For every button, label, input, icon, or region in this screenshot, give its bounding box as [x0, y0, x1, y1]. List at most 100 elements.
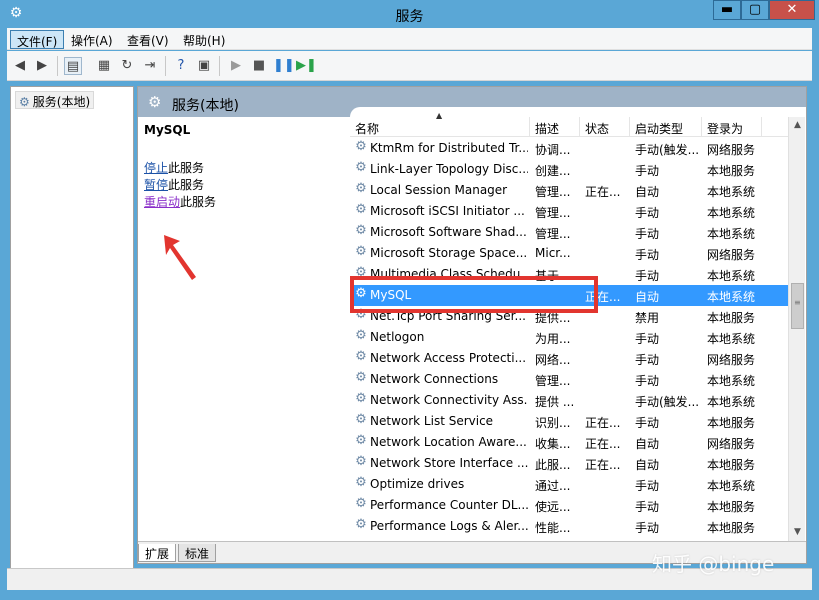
service-name-cell: Network Access Protecti...	[370, 351, 527, 365]
service-row[interactable]: ⚙ Network Location Aware... 收集... 正在... 自动 网络…	[350, 432, 790, 453]
service-row[interactable]: ⚙ Microsoft Software Shad... 管理... 手动 本地系统	[350, 222, 790, 243]
minimize-button[interactable]: ▬	[713, 0, 741, 20]
service-description-cell: 识别...	[535, 416, 571, 430]
column-header-description[interactable]: 描述	[530, 117, 580, 137]
service-logon-cell: 本地服务	[707, 521, 756, 535]
console-tree-icon[interactable]: ▤	[64, 57, 82, 75]
service-row[interactable]: ⚙ Net.Tcp Port Sharing Ser... 提供... 禁用 本地服务	[350, 306, 790, 327]
service-row[interactable]: ⚙ Network Access Protecti... 网络... 手动 网络服务	[350, 348, 790, 369]
gear-icon: ⚙	[355, 475, 367, 490]
service-row[interactable]: ⚙ Network List Service 识别... 正在... 手动 本地服务	[350, 411, 790, 432]
service-row[interactable]: ⚙ Multimedia Class Schedu... 基于... 手动 本地系统	[350, 264, 790, 285]
pause-service-icon[interactable]: ❚❚	[273, 57, 295, 75]
service-logon-cell: 本地服务	[707, 458, 756, 472]
column-header-status[interactable]: 状态	[580, 117, 630, 137]
service-row[interactable]: ⚙ Netlogon 为用... 手动 本地系统	[350, 327, 790, 348]
service-row[interactable]: ⚙ Local Session Manager 管理... 正在... 自动 本地系统	[350, 180, 790, 201]
service-logon-cell: 本地系统	[707, 479, 756, 493]
toolbar-separator	[219, 56, 220, 76]
service-row[interactable]: ⚙ Microsoft iSCSI Initiator ... 管理... 手动 本地系…	[350, 201, 790, 222]
service-name-cell: Performance Counter DL...	[370, 498, 528, 512]
services-pane: ⚙ 服务(本地) MySQL 停止此服务 暂停此服务 重启动此服务 名称 ▲ 描述…	[137, 86, 807, 564]
service-name-cell: Netlogon	[370, 330, 425, 344]
service-startup-cell: 手动	[635, 374, 660, 388]
menu-bar: 文件(F) 操作(A) 查看(V) 帮助(H)	[7, 28, 812, 50]
service-status-cell: 正在...	[585, 185, 621, 199]
show-action-pane-icon[interactable]: ▣	[195, 57, 213, 75]
back-arrow-icon[interactable]: ◀	[11, 57, 29, 75]
action-pause: 暂停此服务	[144, 176, 204, 193]
maximize-button[interactable]: ▢	[741, 0, 769, 20]
window-title: 服务	[395, 9, 424, 25]
service-description-cell: Micr...	[535, 246, 571, 260]
service-row[interactable]: ⚙ Performance Counter DL... 使远... 手动 本地服务	[350, 495, 790, 516]
gear-icon: ⚙	[355, 433, 367, 448]
gear-icon: ⚙	[355, 181, 367, 196]
vertical-scrollbar[interactable]: ▲ ≡ ▼	[788, 117, 805, 541]
service-description-cell: 性能...	[535, 521, 571, 535]
action-suffix: 此服务	[180, 195, 217, 209]
properties-icon[interactable]: ▦	[95, 57, 113, 75]
close-button[interactable]: ✕	[769, 0, 815, 20]
service-startup-cell: 手动	[635, 227, 660, 241]
scroll-thumb[interactable]: ≡	[791, 283, 804, 329]
service-row[interactable]: ⚙ Performance Logs & Aler... 性能... 手动 本地服务	[350, 516, 790, 537]
refresh-icon[interactable]: ↻	[118, 57, 136, 75]
gear-icon: ⚙	[355, 202, 367, 217]
tab-extended[interactable]: 扩展	[138, 544, 177, 562]
service-logon-cell: 本地服务	[707, 164, 756, 178]
service-row[interactable]: ⚙ Network Store Interface ... 此服... 正在... 自动…	[350, 453, 790, 474]
service-logon-cell: 本地系统	[707, 290, 756, 304]
tree-item-label: 服务(本地)	[32, 95, 91, 109]
pause-service-link[interactable]: 暂停	[144, 178, 168, 192]
console-tree: ⚙ 服务(本地)	[10, 86, 134, 574]
tab-standard[interactable]: 标准	[178, 544, 217, 562]
service-row[interactable]: ⚙ Microsoft Storage Space... Micr... 手动 网络服务	[350, 243, 790, 264]
service-startup-cell: 手动	[635, 353, 660, 367]
restart-service-link[interactable]: 重启动	[144, 195, 180, 209]
service-logon-cell: 本地系统	[707, 185, 756, 199]
service-startup-cell: 手动	[635, 248, 660, 262]
menu-file[interactable]: 文件(F)	[10, 30, 65, 49]
scroll-up-arrow-icon[interactable]: ▲	[789, 117, 806, 134]
scroll-down-arrow-icon[interactable]: ▼	[789, 524, 806, 541]
service-description-cell: 基于...	[535, 269, 571, 283]
service-row[interactable]: ⚙ Optimize drives 通过... 手动 本地系统	[350, 474, 790, 495]
service-name-cell: Network Location Aware...	[370, 435, 527, 449]
start-service-icon[interactable]: ▶	[227, 57, 245, 75]
service-row-selected[interactable]: ⚙ MySQL 正在... 自动 本地系统	[350, 285, 790, 306]
column-header-name[interactable]: 名称 ▲	[350, 111, 530, 137]
stop-service-link[interactable]: 停止	[144, 161, 168, 175]
service-name-cell: KtmRm for Distributed Tr...	[370, 141, 528, 155]
service-logon-cell: 本地系统	[707, 374, 756, 388]
action-suffix: 此服务	[168, 161, 205, 175]
service-name-cell: Network Connections	[370, 372, 499, 386]
service-name-cell: Microsoft Storage Space...	[370, 246, 528, 260]
service-row[interactable]: ⚙ KtmRm for Distributed Tr... 协调... 手动(触发..…	[350, 138, 790, 159]
service-startup-cell: 自动	[635, 458, 660, 472]
service-startup-cell: 手动	[635, 269, 660, 283]
gear-icon: ⚙	[355, 160, 367, 175]
help-icon[interactable]: ?	[172, 57, 190, 75]
forward-arrow-icon[interactable]: ▶	[33, 57, 51, 75]
service-row[interactable]: ⚙ Network Connectivity Ass... 提供 ... 手动(触发.…	[350, 390, 790, 411]
service-name-cell: Network Connectivity Ass...	[370, 393, 528, 407]
column-header-startup-type[interactable]: 启动类型	[630, 117, 702, 137]
stop-service-icon[interactable]: ■	[250, 57, 268, 75]
menu-view[interactable]: 查看(V)	[121, 30, 175, 49]
service-logon-cell: 本地系统	[707, 269, 756, 283]
service-name-cell: Link-Layer Topology Disc...	[370, 162, 528, 176]
menu-help[interactable]: 帮助(H)	[177, 30, 231, 49]
restart-service-icon[interactable]: ▶❚	[296, 57, 317, 75]
service-status-cell: 正在...	[585, 290, 621, 304]
service-row[interactable]: ⚙ Link-Layer Topology Disc... 创建... 手动 本地服务	[350, 159, 790, 180]
service-startup-cell: 手动	[635, 206, 660, 220]
export-list-icon[interactable]: ⇥	[141, 57, 159, 75]
service-logon-cell: 网络服务	[707, 143, 756, 157]
service-row[interactable]: ⚙ Network Connections 管理... 手动 本地系统	[350, 369, 790, 390]
menu-action[interactable]: 操作(A)	[65, 30, 119, 49]
gear-icon: ⚙	[355, 139, 367, 154]
column-header-logon-as[interactable]: 登录为	[702, 117, 762, 137]
service-startup-cell: 手动	[635, 479, 660, 493]
tree-item-services-local[interactable]: ⚙ 服务(本地)	[15, 91, 95, 109]
